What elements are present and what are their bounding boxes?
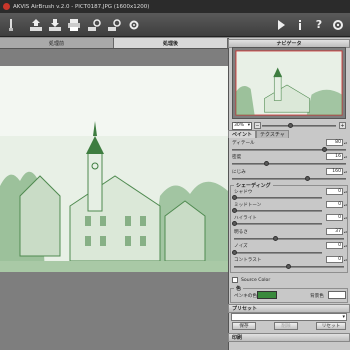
window-title: AKVIS AirBrush v.2.0 - PICT0187.JPG (160… (13, 3, 150, 10)
info-icon[interactable] (292, 16, 308, 33)
settings-tabs: ペイント テクスチャ (228, 130, 350, 138)
background-color-label: 背景色 (310, 294, 324, 299)
share-settings-icon[interactable] (86, 16, 102, 33)
contrast-spinner[interactable]: ▴▾ (344, 256, 347, 263)
navigator-thumbnail[interactable] (232, 47, 346, 119)
color-title: 色 (234, 285, 244, 292)
density-slider-track[interactable] (232, 163, 346, 165)
batch-settings-icon[interactable] (106, 16, 122, 33)
detail-label: ディテール (232, 141, 255, 146)
brightness-slider-track[interactable] (234, 238, 344, 240)
brightness-value-input[interactable]: 37 (326, 228, 343, 235)
tab-before[interactable]: 処理前 (0, 38, 114, 48)
highlight-value-input[interactable]: 0 (326, 214, 343, 221)
blur-slider-handle[interactable] (305, 176, 310, 181)
contrast-slider-handle[interactable] (286, 264, 291, 269)
density-value-input[interactable]: 16 (326, 153, 343, 160)
zoom-value: 30% (234, 123, 245, 128)
preset-select[interactable]: ▾ (231, 313, 347, 321)
density-slider-handle[interactable] (264, 161, 269, 166)
title-bar: AKVIS AirBrush v.2.0 - PICT0187.JPG (160… (0, 0, 350, 13)
save-preset-button[interactable]: 保存 (232, 322, 256, 330)
gear-settings-icon[interactable] (126, 16, 142, 33)
contrast-label: コントラスト (234, 258, 262, 263)
density-label: 密度 (232, 155, 242, 160)
open-image-icon[interactable] (28, 16, 44, 33)
density-spinner[interactable]: ▴▾ (344, 153, 347, 160)
shadow-spinner[interactable]: ▴▾ (344, 188, 347, 195)
blur-spinner[interactable]: ▴▾ (344, 168, 347, 175)
noise-label: ノイズ (234, 244, 248, 249)
presets-header: プリセット (228, 304, 350, 313)
noise-slider-track[interactable] (234, 252, 322, 254)
zoom-in-button[interactable]: + (339, 122, 346, 129)
processed-photo (0, 66, 228, 272)
view-tabs: 処理前 処理後 (0, 38, 228, 49)
midtone-spinner[interactable]: ▴▾ (344, 201, 347, 208)
blur-value-input[interactable]: 160 (326, 168, 343, 175)
reset-preset-button[interactable]: リセット (316, 322, 346, 330)
shading-title: シェーディング (234, 182, 273, 189)
print-header[interactable]: 印刷 (228, 333, 350, 342)
highlight-slider-handle[interactable] (232, 221, 237, 226)
midtone-slider-track[interactable] (234, 210, 322, 212)
contrast-value-input[interactable]: 0 (326, 256, 343, 263)
shadow-slider-track[interactable] (234, 197, 322, 199)
blur-slider-track[interactable] (232, 178, 346, 180)
noise-spinner[interactable]: ▴▾ (344, 242, 347, 249)
pencil-color-swatch[interactable] (257, 291, 277, 299)
detail-spinner[interactable]: ▴▾ (344, 139, 347, 146)
midtone-slider-handle[interactable] (232, 208, 237, 213)
zoom-slider-handle[interactable] (288, 123, 293, 128)
print-icon[interactable] (66, 16, 82, 33)
delete-preset-button[interactable]: 削除 (274, 322, 298, 330)
highlight-spinner[interactable]: ▴▾ (344, 214, 347, 221)
shadow-slider-handle[interactable] (232, 195, 237, 200)
chevron-down-icon: ▾ (247, 123, 250, 128)
shadow-value-input[interactable]: 0 (326, 188, 343, 195)
highlight-slider-track[interactable] (234, 223, 322, 225)
shadow-label: シャドウ (234, 190, 253, 195)
highlight-label: ハイライト (234, 216, 257, 221)
source-color-label: Source Color (241, 278, 271, 283)
noise-slider-handle[interactable] (232, 250, 237, 255)
save-image-icon[interactable] (47, 16, 63, 33)
midtone-label: ミッドトーン (234, 203, 262, 208)
source-color-checkbox[interactable] (232, 277, 238, 283)
preset-chevron-down-icon: ▾ (342, 314, 345, 320)
noise-value-input[interactable]: 0 (326, 242, 343, 249)
midtone-value-input[interactable]: 0 (326, 201, 343, 208)
help-icon[interactable]: ? (311, 16, 327, 33)
tab-paint[interactable]: ペイント (228, 130, 257, 138)
zoom-slider-track[interactable] (262, 125, 336, 127)
brightness-label: 明るさ (234, 230, 248, 235)
tab-texture[interactable]: テクスチャ (256, 130, 289, 138)
brush-tool-icon[interactable] (3, 16, 19, 33)
zoom-select[interactable]: 30% ▾ (232, 121, 252, 130)
detail-slider-handle[interactable] (322, 147, 327, 152)
detail-value-input[interactable]: 80 (326, 139, 343, 146)
tab-after[interactable]: 処理後 (114, 38, 228, 48)
preferences-gear-icon[interactable] (330, 16, 346, 33)
toolbar: ? (0, 13, 350, 37)
app-logo-icon (3, 3, 10, 10)
detail-slider-track[interactable] (232, 149, 346, 151)
brightness-slider-handle[interactable] (273, 236, 278, 241)
zoom-out-button[interactable]: − (254, 122, 261, 129)
blur-label: にじみ (232, 170, 246, 175)
pencil-color-label: ペンキの色 (234, 294, 257, 299)
background-color-swatch[interactable] (328, 291, 346, 299)
brightness-spinner[interactable]: ▴▾ (344, 228, 347, 235)
run-icon[interactable] (273, 16, 289, 33)
